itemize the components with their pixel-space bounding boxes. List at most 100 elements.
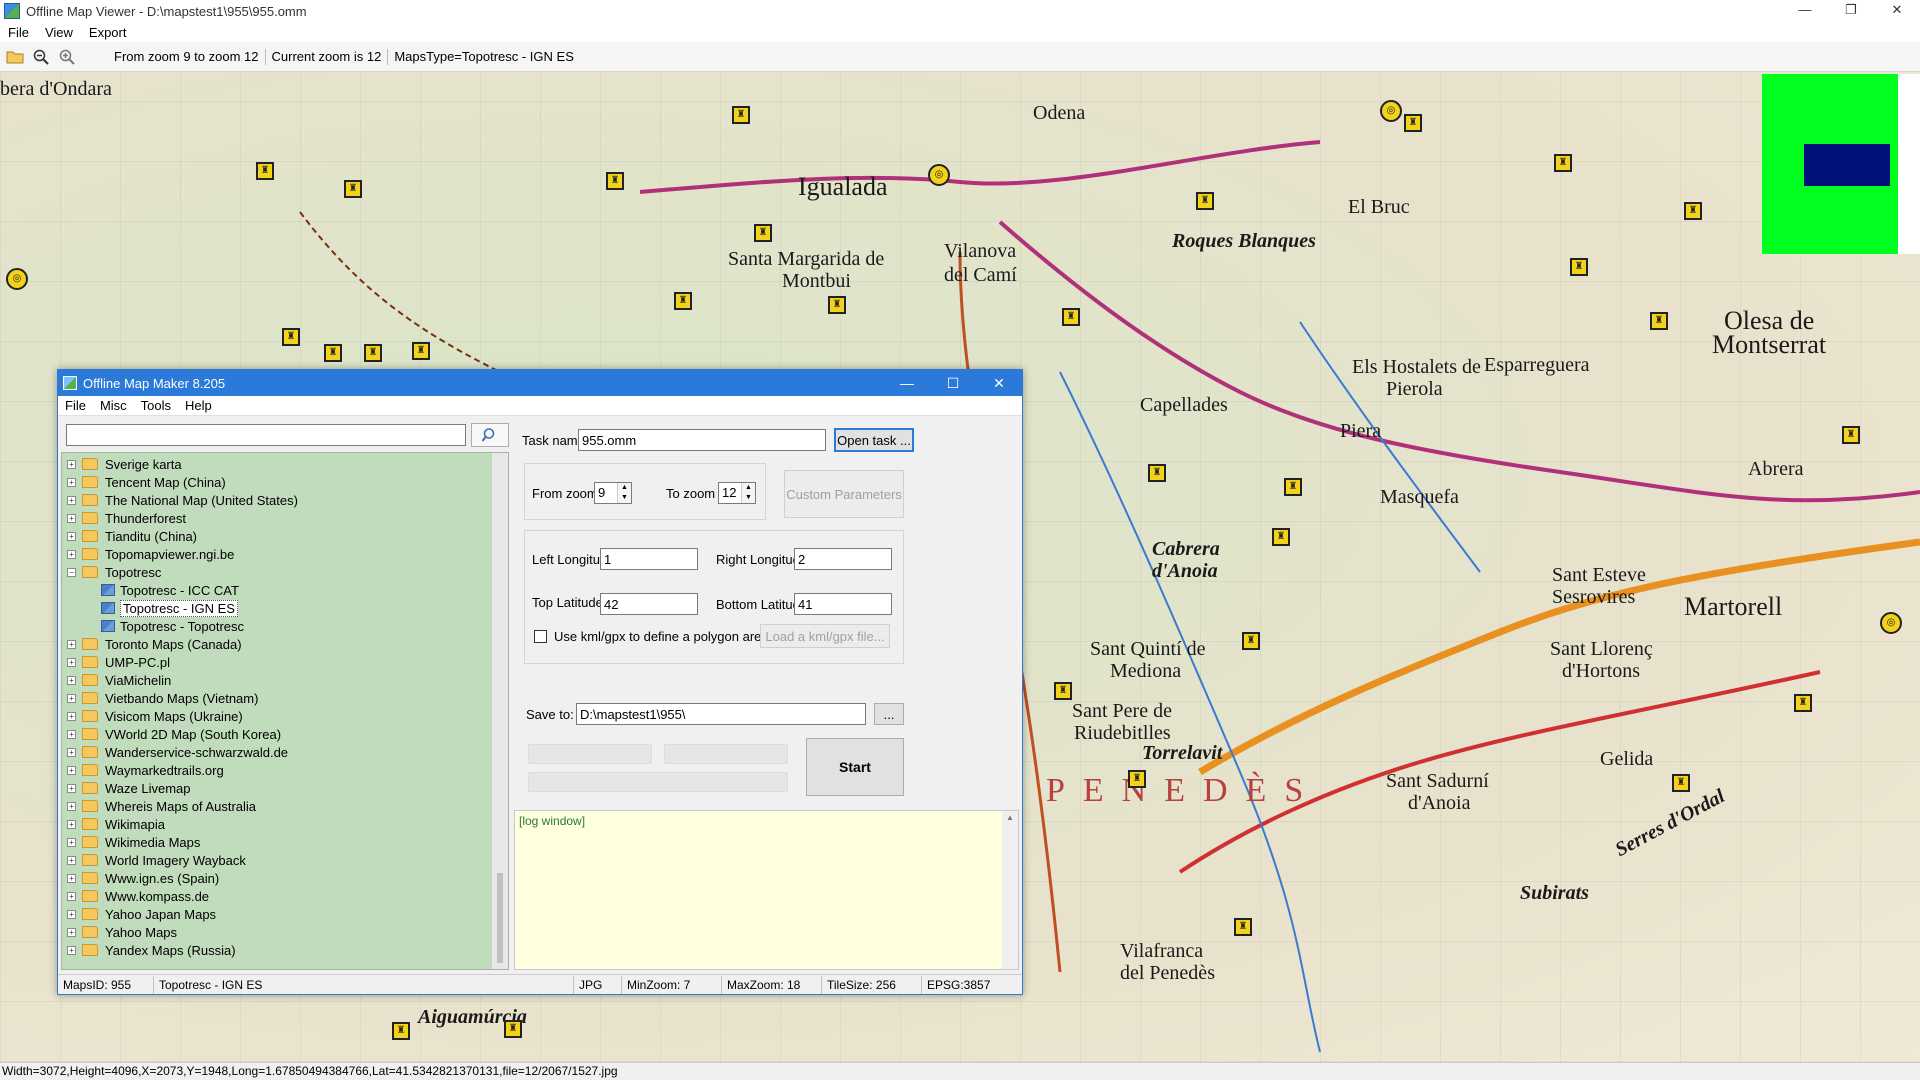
expand-icon[interactable]: + bbox=[67, 819, 76, 829]
open-task-button[interactable]: Open task ... bbox=[834, 428, 914, 452]
right-longitude-input[interactable] bbox=[794, 548, 892, 570]
tree-folder-item[interactable]: + Yahoo Maps bbox=[62, 923, 508, 941]
menu-file[interactable]: File bbox=[0, 25, 37, 40]
expand-icon[interactable]: + bbox=[67, 783, 76, 793]
maker-close-button[interactable]: ✕ bbox=[976, 370, 1022, 396]
log-scrollbar[interactable]: ▲ bbox=[1002, 811, 1018, 969]
menu-export[interactable]: Export bbox=[81, 25, 135, 40]
map-label: Gelida bbox=[1600, 748, 1654, 770]
expand-icon[interactable]: + bbox=[67, 711, 76, 721]
expand-icon[interactable]: + bbox=[67, 675, 76, 685]
map-label: Sesrovires bbox=[1552, 586, 1636, 608]
expand-icon[interactable]: + bbox=[67, 549, 76, 559]
tree-folder-item[interactable]: + Waymarkedtrails.org bbox=[62, 761, 508, 779]
expand-icon[interactable]: + bbox=[67, 855, 76, 865]
maker-menu-help[interactable]: Help bbox=[178, 398, 219, 413]
zoom-in-icon[interactable] bbox=[56, 46, 78, 68]
maker-menu-file[interactable]: File bbox=[58, 398, 93, 413]
to-zoom-arrows-icon[interactable]: ▲ ▼ bbox=[741, 483, 755, 503]
open-folder-icon[interactable] bbox=[4, 46, 26, 68]
expand-icon[interactable]: + bbox=[67, 927, 76, 937]
menu-view[interactable]: View bbox=[37, 25, 81, 40]
load-kml-button[interactable]: Load a kml/gpx file... bbox=[760, 624, 890, 648]
expand-icon[interactable]: + bbox=[67, 837, 76, 847]
expand-icon[interactable]: + bbox=[67, 729, 76, 739]
expand-icon[interactable]: + bbox=[67, 873, 76, 883]
expand-icon[interactable]: + bbox=[67, 945, 76, 955]
expand-icon[interactable]: + bbox=[67, 693, 76, 703]
tree-folder-item[interactable]: + Wikimapia bbox=[62, 815, 508, 833]
tree-folder-item[interactable]: + Tianditu (China) bbox=[62, 527, 508, 545]
minimap-viewport[interactable] bbox=[1804, 144, 1890, 186]
tree-folder-item[interactable]: + Wikimedia Maps bbox=[62, 833, 508, 851]
maximize-button[interactable]: ❐ bbox=[1828, 0, 1874, 22]
tree-map-item[interactable]: Topotresc - IGN ES bbox=[62, 599, 508, 617]
expand-icon[interactable]: + bbox=[67, 891, 76, 901]
expand-icon[interactable]: + bbox=[67, 765, 76, 775]
expand-icon[interactable]: + bbox=[67, 747, 76, 757]
expand-icon[interactable]: + bbox=[67, 657, 76, 667]
maker-minimize-button[interactable]: — bbox=[884, 370, 930, 396]
tree-folder-item[interactable]: + Whereis Maps of Australia bbox=[62, 797, 508, 815]
expand-icon[interactable]: + bbox=[67, 639, 76, 649]
start-button[interactable]: Start bbox=[806, 738, 904, 796]
close-button[interactable]: ✕ bbox=[1874, 0, 1920, 22]
left-longitude-input[interactable] bbox=[600, 548, 698, 570]
tree-folder-item[interactable]: + Www.kompass.de bbox=[62, 887, 508, 905]
tree-folder-item[interactable]: + Yahoo Japan Maps bbox=[62, 905, 508, 923]
tree-folder-item[interactable]: + Waze Livemap bbox=[62, 779, 508, 797]
save-to-label: Save to: bbox=[526, 707, 574, 722]
maps-search-input[interactable] bbox=[66, 424, 466, 446]
folder-icon bbox=[82, 566, 98, 578]
tree-folder-item[interactable]: + Vietbando Maps (Vietnam) bbox=[62, 689, 508, 707]
tree-folder-item[interactable]: + Wanderservice-schwarzwald.de bbox=[62, 743, 508, 761]
tree-map-item[interactable]: Topotresc - ICC CAT bbox=[62, 581, 508, 599]
zoom-out-icon[interactable] bbox=[30, 46, 52, 68]
scroll-up-icon[interactable]: ▲ bbox=[1002, 811, 1018, 825]
expand-icon[interactable]: + bbox=[67, 909, 76, 919]
maker-menu-misc[interactable]: Misc bbox=[93, 398, 134, 413]
tree-folder-item[interactable]: + Toronto Maps (Canada) bbox=[62, 635, 508, 653]
tree-folder-item[interactable]: + Thunderforest bbox=[62, 509, 508, 527]
tree-folder-item[interactable]: − Topotresc bbox=[62, 563, 508, 581]
minimize-button[interactable]: — bbox=[1782, 0, 1828, 22]
castle-icon: ♜ bbox=[412, 342, 430, 360]
kml-polygon-checkbox[interactable] bbox=[534, 630, 547, 643]
tree-map-item[interactable]: Topotresc - Topotresc bbox=[62, 617, 508, 635]
expand-icon[interactable]: + bbox=[67, 495, 76, 505]
tree-folder-item[interactable]: + Yandex Maps (Russia) bbox=[62, 941, 508, 959]
maker-menu-tools[interactable]: Tools bbox=[134, 398, 178, 413]
log-window[interactable]: [log window] ▲ bbox=[514, 810, 1019, 970]
expand-icon[interactable]: + bbox=[67, 531, 76, 541]
collapse-icon[interactable]: − bbox=[67, 567, 76, 577]
minimap[interactable] bbox=[1762, 74, 1920, 254]
maker-maximize-button[interactable]: ☐ bbox=[930, 370, 976, 396]
tree-folder-item[interactable]: + Www.ign.es (Spain) bbox=[62, 869, 508, 887]
tree-scrollbar[interactable] bbox=[492, 453, 508, 969]
tree-folder-item[interactable]: + Tencent Map (China) bbox=[62, 473, 508, 491]
tree-folder-item[interactable]: + Topomapviewer.ngi.be bbox=[62, 545, 508, 563]
top-latitude-input[interactable] bbox=[600, 593, 698, 615]
save-to-input[interactable] bbox=[576, 703, 866, 725]
custom-parameters-button[interactable]: Custom Parameters bbox=[784, 470, 904, 518]
tree-scroll-thumb[interactable] bbox=[497, 873, 503, 963]
tree-folder-item[interactable]: + World Imagery Wayback bbox=[62, 851, 508, 869]
bottom-latitude-input[interactable] bbox=[794, 593, 892, 615]
expand-icon[interactable]: + bbox=[67, 801, 76, 811]
expand-icon[interactable]: + bbox=[67, 459, 76, 469]
tree-folder-item[interactable]: + Sverige karta bbox=[62, 455, 508, 473]
task-name-input[interactable] bbox=[578, 429, 826, 451]
browse-button[interactable]: ... bbox=[874, 703, 904, 725]
maps-tree[interactable]: + Sverige karta + Tencent Map (China) + The N… bbox=[61, 452, 509, 970]
tree-folder-item[interactable]: + Visicom Maps (Ukraine) bbox=[62, 707, 508, 725]
tree-folder-item[interactable]: + ViaMichelin bbox=[62, 671, 508, 689]
tree-folder-item[interactable]: + VWorld 2D Map (South Korea) bbox=[62, 725, 508, 743]
expand-icon[interactable]: + bbox=[67, 477, 76, 487]
from-zoom-arrows-icon[interactable]: ▲ ▼ bbox=[617, 483, 631, 503]
expand-icon[interactable]: + bbox=[67, 513, 76, 523]
tree-folder-item[interactable]: + The National Map (United States) bbox=[62, 491, 508, 509]
to-zoom-stepper[interactable]: 12 ▲ ▼ bbox=[718, 482, 756, 504]
search-button[interactable] bbox=[471, 423, 509, 447]
from-zoom-stepper[interactable]: 9 ▲ ▼ bbox=[594, 482, 632, 504]
tree-folder-item[interactable]: + UMP-PC.pl bbox=[62, 653, 508, 671]
